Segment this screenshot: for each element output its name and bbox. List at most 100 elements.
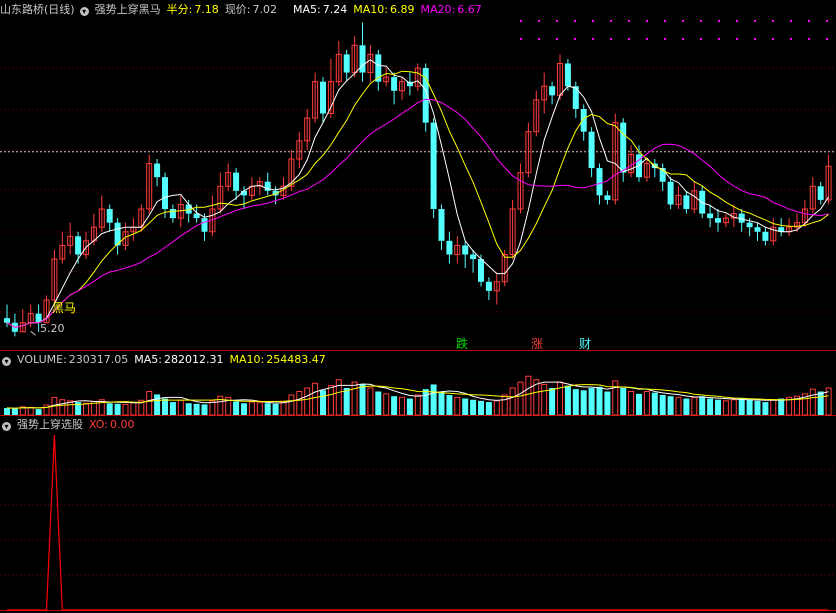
volume-bar — [620, 387, 627, 415]
volume-bar — [549, 387, 556, 415]
candle-body — [430, 122, 437, 210]
xo-indicator-name: 强势上穿选股 — [17, 418, 83, 431]
candle-body — [201, 218, 208, 232]
signal-dot — [592, 38, 594, 40]
candle-body — [588, 131, 595, 169]
candle-body — [169, 209, 176, 219]
xo-settings-icon[interactable]: ▾ — [2, 422, 11, 431]
signal-dot — [574, 20, 576, 22]
volume-bar — [501, 394, 508, 416]
volume-bar — [446, 395, 453, 415]
signal-dot — [718, 38, 720, 40]
volume-bar — [272, 403, 279, 415]
settings-circle-icon[interactable]: ▾ — [79, 7, 89, 16]
volume-bar — [485, 402, 492, 415]
volume-bar — [106, 403, 113, 415]
ma20-label: MA20: — [420, 3, 456, 16]
candle-body — [707, 213, 714, 219]
ma5-label: MA5: — [293, 3, 321, 16]
volume-label: VOLUME: — [17, 353, 67, 366]
volume-bar — [628, 391, 635, 416]
vol-ma5-label: MA5: — [134, 353, 163, 366]
candle-body — [667, 181, 674, 205]
volume-bar — [177, 399, 184, 416]
volume-bar — [715, 399, 721, 415]
signal-dot — [700, 20, 702, 22]
volume-bar — [730, 399, 737, 416]
half-value: 7.18 — [194, 3, 219, 16]
xo-header: ▾ 强势上穿选股 XO: 0.00 — [2, 417, 141, 433]
volume-settings-icon[interactable]: ▾ — [2, 357, 11, 366]
volume-bar — [817, 391, 824, 415]
xo-signal-line — [7, 434, 829, 611]
volume-bar — [707, 398, 714, 415]
signal-dot — [538, 38, 540, 40]
candle-body — [438, 209, 445, 241]
volume-bar — [572, 389, 579, 415]
volume-bar — [83, 402, 89, 416]
volume-bar — [288, 394, 295, 416]
ma10-value: 6.89 — [389, 3, 415, 16]
signal-dot — [808, 20, 810, 22]
signal-dot — [754, 20, 756, 22]
volume-bar — [4, 407, 10, 415]
volume-bar — [422, 389, 429, 415]
signal-dot — [610, 38, 612, 40]
volume-bar — [588, 387, 595, 415]
volume-bar — [580, 390, 587, 415]
signal-dot — [790, 20, 792, 22]
volume-bar — [130, 402, 137, 416]
signal-dot — [520, 38, 522, 40]
candle-body — [683, 195, 690, 210]
volume-bar — [604, 391, 611, 415]
candle-body — [233, 172, 240, 191]
signal-dot — [772, 38, 774, 40]
signal-dot — [808, 38, 810, 40]
volume-bar — [27, 406, 34, 416]
ma10-line — [6, 70, 829, 328]
signal-dot — [736, 38, 738, 40]
candle-body — [320, 81, 326, 114]
stock-chart[interactable] — [0, 0, 836, 613]
ma10-label: MA10: — [353, 3, 388, 16]
signal-dot — [538, 20, 540, 22]
volume-bar — [699, 396, 706, 415]
half-label: 半分: — [166, 3, 193, 16]
ma5-value: 7.24 — [322, 3, 348, 16]
candle-body — [572, 86, 579, 109]
candle-body — [580, 108, 587, 132]
volume-bar — [162, 398, 168, 415]
volume-bar — [193, 403, 200, 415]
signal-dot — [682, 38, 684, 40]
volume-bar — [746, 399, 753, 415]
candle-body — [462, 245, 469, 255]
signal-dot — [574, 38, 576, 40]
zhang-label: 涨 — [531, 337, 544, 351]
price-value: 7.02 — [252, 3, 278, 16]
heima-label: 黑马 — [52, 301, 77, 315]
volume-bar — [762, 402, 769, 415]
low-price-label: 5.20 — [40, 322, 65, 335]
indicator-name: 强势上穿黑马 — [94, 3, 161, 16]
signal-dot — [610, 20, 612, 22]
xo-value: 0.00 — [110, 418, 135, 431]
candle-body — [359, 45, 366, 73]
cai-label: 财 — [579, 337, 592, 351]
signal-dot — [718, 20, 720, 22]
volume-bar — [643, 391, 650, 416]
volume-bar — [154, 394, 161, 415]
volume-bar — [509, 387, 516, 416]
vol-ma5-value: 282012.31 — [164, 353, 224, 366]
volume-bar — [414, 394, 421, 416]
volume-bar — [114, 403, 121, 415]
volume-bar — [383, 393, 390, 416]
candle-body — [391, 77, 398, 91]
candle-body — [620, 122, 627, 173]
signal-dot — [754, 38, 756, 40]
candle-body — [762, 231, 769, 241]
candle-body — [754, 227, 761, 232]
ma20-value: 6.67 — [457, 3, 482, 16]
volume-bar — [256, 402, 263, 416]
candle-body — [549, 86, 556, 96]
volume-bar — [612, 380, 619, 416]
